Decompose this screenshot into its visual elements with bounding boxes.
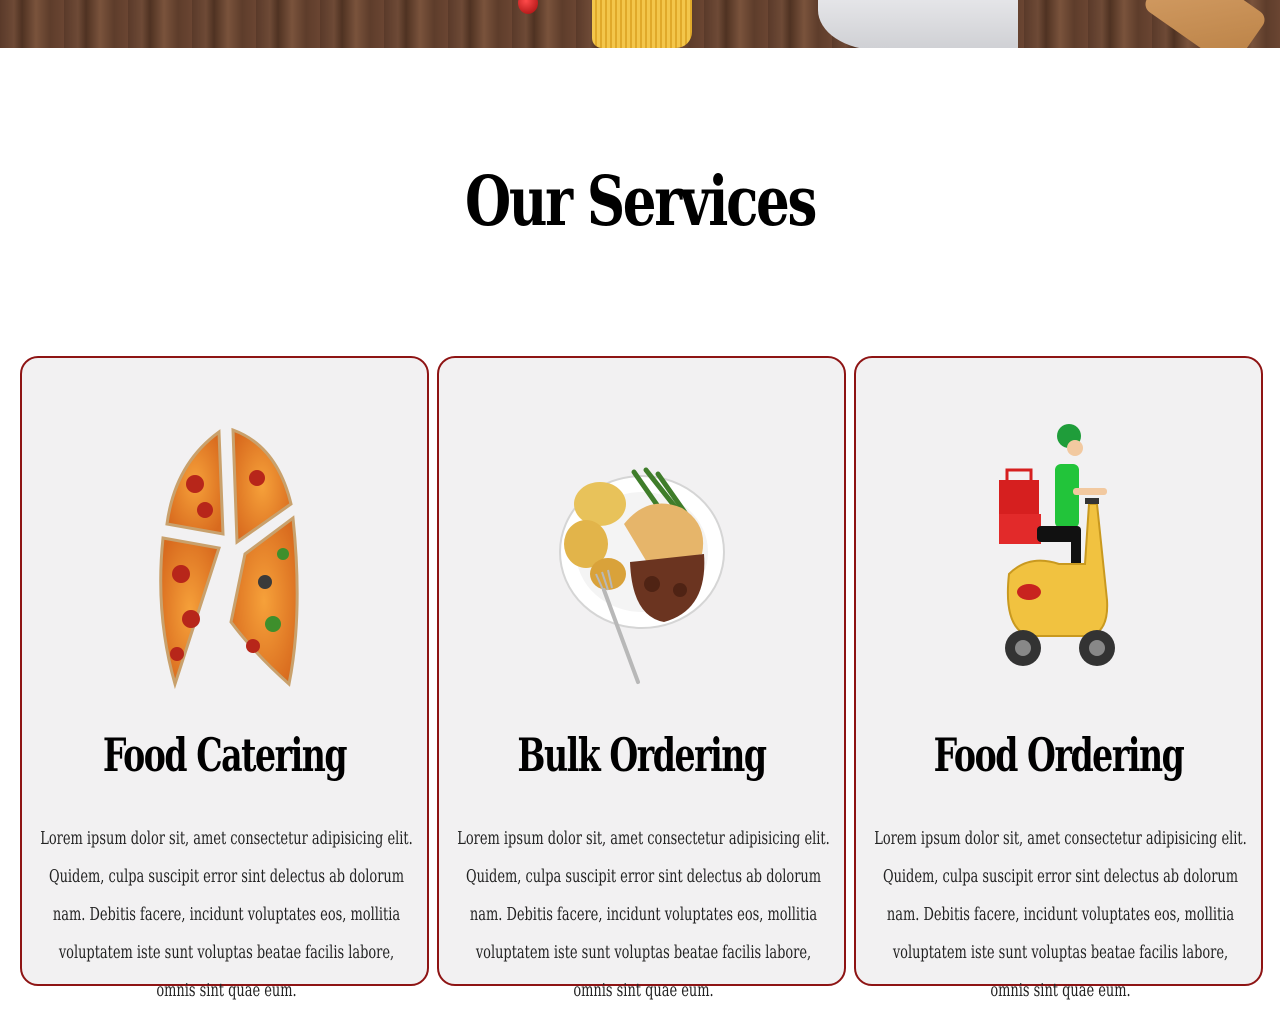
card-description: Lorem ipsum dolor sit, amet consectetur … [874,829,1247,1001]
card-title: Food Ordering [933,728,1185,782]
pasta-decoration [592,0,692,48]
card-description: Lorem ipsum dolor sit, amet consectetur … [40,829,413,1001]
service-card-food-catering: Food Catering Lorem ipsum dolor sit, ame… [20,356,429,1001]
delivery-scooter-icon [856,414,1261,694]
card-title: Food Catering [102,728,348,782]
hero-banner-image [0,0,1280,48]
services-heading: Our Services [465,162,817,242]
cloth-decoration [818,0,1018,48]
tomato-decoration [518,0,538,14]
card-title: Bulk Ordering [517,728,767,782]
cutting-board-decoration [1141,0,1269,48]
service-card-food-ordering: Food Ordering Lorem ipsum dolor sit, ame… [854,356,1263,1001]
meal-plate-icon [439,414,844,694]
pizza-slices-icon [22,414,427,694]
service-card-bulk-ordering: Bulk Ordering Lorem ipsum dolor sit, ame… [437,356,846,1001]
card-description: Lorem ipsum dolor sit, amet consectetur … [457,829,830,1001]
